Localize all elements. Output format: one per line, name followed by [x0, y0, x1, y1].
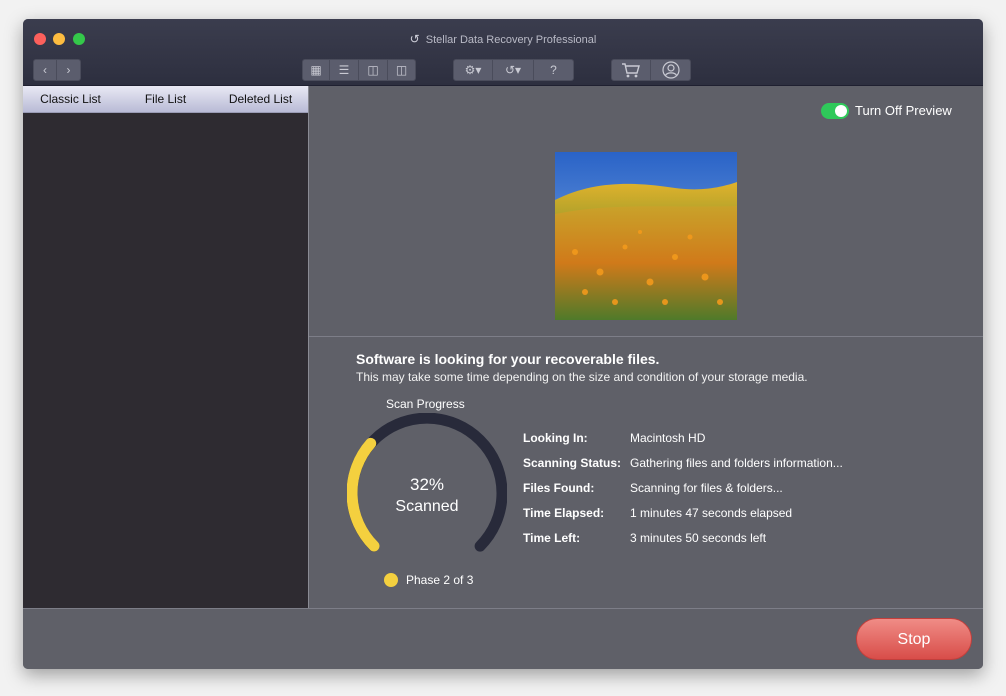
settings-button[interactable]: ⚙▾ [453, 59, 493, 81]
footer-bar: Stop [23, 608, 983, 669]
forward-button[interactable]: › [57, 59, 81, 81]
cart-button[interactable] [611, 59, 651, 81]
gear-icon: ⚙▾ [464, 63, 482, 77]
list-view-icon: ☰ [338, 63, 350, 77]
tab-deleted-list[interactable]: Deleted List [213, 86, 308, 112]
scan-heading: Software is looking for your recoverable… [356, 351, 660, 367]
scan-details: Looking In: Macintosh HD Scanning Status… [523, 431, 843, 556]
detail-label: Looking In: [523, 431, 588, 445]
history-icon: ↺▾ [504, 63, 522, 77]
phase-indicator: Phase 2 of 3 [384, 573, 473, 587]
toggle-knob [835, 105, 847, 117]
title-bar: ↺ Stellar Data Recovery Professional ‹ › … [23, 19, 983, 86]
preview-toggle-label: Turn Off Preview [855, 103, 952, 118]
column-view-icon: ◫ [367, 63, 379, 77]
sidebar-tabs: Classic List File List Deleted List [23, 86, 308, 113]
coverflow-view-icon: ◫ [395, 63, 408, 77]
column-view-button[interactable]: ◫ [359, 59, 388, 81]
preview-image [555, 152, 737, 320]
history-button[interactable]: ↺▾ [493, 59, 534, 81]
sidebar: Classic List File List Deleted List [23, 86, 309, 608]
preview-toggle[interactable] [821, 103, 849, 119]
gauge-fill [346, 437, 380, 552]
tab-file-list[interactable]: File List [118, 86, 213, 112]
detail-value: Gathering files and folders information.… [630, 456, 843, 470]
detail-value: 3 minutes 50 seconds left [630, 531, 767, 545]
account-button[interactable] [651, 59, 691, 81]
scan-progress-title: Scan Progress [386, 397, 465, 411]
scan-subheading: This may take some time depending on the… [356, 370, 808, 384]
user-icon [661, 61, 680, 79]
scan-pane: Software is looking for your recoverable… [309, 337, 983, 608]
cart-icon [622, 63, 640, 78]
coverflow-view-button[interactable]: ◫ [388, 59, 416, 81]
detail-label: Time Elapsed: [523, 506, 605, 520]
window-title: ↺ Stellar Data Recovery Professional [23, 32, 983, 46]
detail-value: Macintosh HD [630, 431, 706, 445]
detail-row: Time Elapsed: 1 minutes 47 seconds elaps… [523, 506, 843, 531]
phase-dot [384, 573, 398, 587]
preview-pane: Turn Off Preview [309, 86, 983, 337]
scan-progress-gauge: 32% Scanned [346, 412, 508, 573]
grid-view-button[interactable]: ▦ [302, 59, 330, 81]
stop-button[interactable]: Stop [856, 618, 972, 660]
detail-value: 1 minutes 47 seconds elapsed [630, 506, 793, 520]
chevron-right-icon: › [66, 63, 71, 77]
grid-view-icon: ▦ [310, 63, 322, 77]
detail-row: Scanning Status: Gathering files and fol… [523, 456, 843, 481]
app-logo-icon: ↺ [409, 32, 420, 46]
detail-label: Time Left: [523, 531, 581, 545]
detail-value: Scanning for files & folders... [630, 481, 783, 495]
back-button[interactable]: ‹ [33, 59, 57, 81]
detail-row: Looking In: Macintosh HD [523, 431, 843, 456]
gauge-scanned-label: Scanned [395, 498, 458, 515]
window-title-text: Stellar Data Recovery Professional [425, 34, 597, 46]
detail-row: Files Found: Scanning for files & folder… [523, 481, 843, 506]
detail-label: Scanning Status: [523, 456, 622, 470]
detail-label: Files Found: [523, 481, 595, 495]
list-view-button[interactable]: ☰ [330, 59, 359, 81]
gauge-percent: 32% [410, 475, 444, 494]
help-label: ? [550, 63, 557, 77]
tab-classic-list[interactable]: Classic List [23, 86, 118, 112]
help-button[interactable]: ? [534, 59, 574, 81]
chevron-left-icon: ‹ [43, 63, 47, 77]
phase-label: Phase 2 of 3 [406, 573, 474, 587]
detail-row: Time Left: 3 minutes 50 seconds left [523, 531, 843, 556]
app-window: ↺ Stellar Data Recovery Professional ‹ › … [23, 19, 983, 669]
